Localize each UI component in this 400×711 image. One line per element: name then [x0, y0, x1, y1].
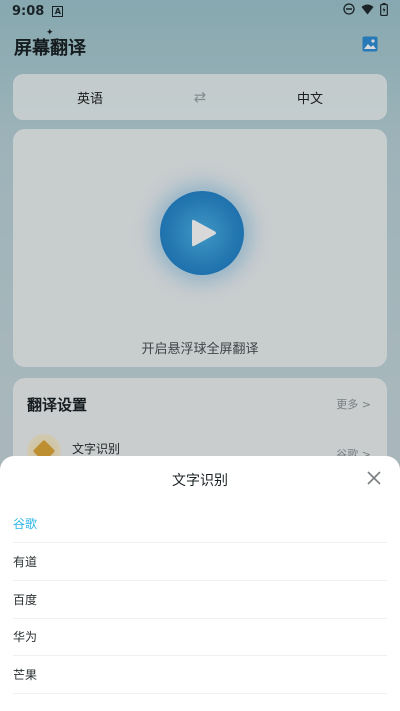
option-baidu[interactable]: 百度 — [13, 581, 387, 619]
option-youdao[interactable]: 有道 — [13, 543, 387, 581]
close-icon[interactable] — [366, 470, 382, 486]
option-mango[interactable]: 芒果 — [13, 656, 387, 694]
sheet-title: 文字识别 — [172, 473, 228, 489]
option-huawei[interactable]: 华为 — [13, 618, 387, 656]
ocr-engine-sheet: 文字识别 谷歌 有道 百度 华为 芒果 — [0, 456, 400, 711]
option-google[interactable]: 谷歌 — [13, 505, 387, 543]
